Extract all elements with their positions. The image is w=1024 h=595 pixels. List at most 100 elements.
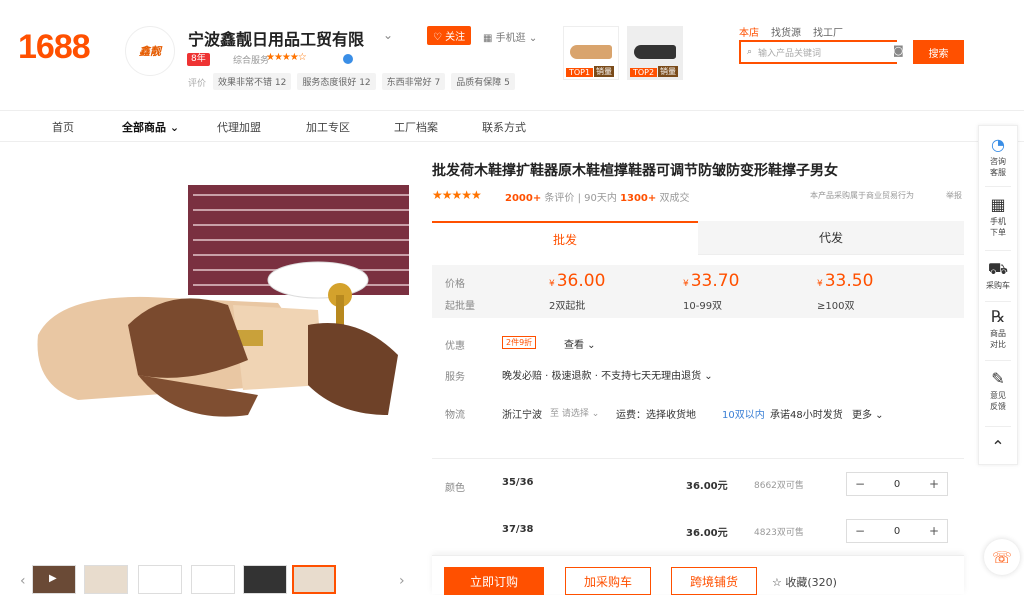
product-stats: 2000+ 条评价 | 90天内 1300+ 双成交 <box>505 193 690 204</box>
sidebar-item-compare[interactable]: ℞ 商品 对比 <box>979 308 1017 350</box>
price-tier-3: ¥33.50 <box>817 271 873 291</box>
buy-now-button[interactable]: 立即订购 <box>444 567 544 595</box>
search-button[interactable]: 搜索 <box>913 40 964 64</box>
top2-product[interactable]: TOP2 销量 <box>627 26 683 80</box>
product-title: 批发荷木鞋撑扩鞋器原木鞋楦撑鞋器可调节防皱防变形鞋撑子男女 <box>432 163 838 179</box>
nav-agent[interactable]: 代理加盟 <box>217 119 261 135</box>
shipping-promise: 承诺48小时发货 <box>770 410 843 421</box>
sidebar-item-customer-service[interactable]: ◔ 咨询 客服 <box>979 136 1017 178</box>
company-name[interactable]: 宁波鑫靓日用品工贸有限 <box>188 26 364 50</box>
quantity-stepper[interactable]: − 0 + <box>846 519 948 543</box>
main-product-image[interactable] <box>18 185 409 545</box>
variant-price: 36.00元 <box>686 528 728 539</box>
see-discount[interactable]: 查看 ⌄ <box>564 336 596 351</box>
thumbnail[interactable] <box>243 565 287 594</box>
nav-contact[interactable]: 联系方式 <box>482 119 526 135</box>
scope-factory[interactable]: 找工厂 <box>813 24 843 39</box>
tab-dropship[interactable]: 代发 <box>698 221 964 255</box>
shop-nav: 首页 全部商品 ⌄ 代理加盟 加工专区 工厂档案 联系方式 <box>0 110 1024 142</box>
follow-label: 关注 <box>445 32 466 43</box>
currency: ¥ <box>683 279 689 289</box>
sidebar-item-mobile-order[interactable]: ▦ 手机 下单 <box>979 196 1017 238</box>
camera-icon[interactable]: ◙ <box>893 44 904 57</box>
thumbnail-selected[interactable] <box>292 565 336 594</box>
minus-icon[interactable]: − <box>855 524 865 538</box>
nav-processing[interactable]: 加工专区 <box>306 119 350 135</box>
variant-stock: 4823双可售 <box>754 528 804 538</box>
scope-goods[interactable]: 找货源 <box>771 24 801 39</box>
mobile-label: 手机逛 <box>495 33 526 44</box>
quantity-value[interactable]: 0 <box>894 526 900 537</box>
chevron-right-icon[interactable]: › <box>399 573 405 589</box>
report-link[interactable]: 举报 <box>946 190 962 201</box>
service-text: 晚发必赔 · 极速退款 · 不支持七天无理由退货 <box>502 371 702 382</box>
divider <box>985 186 1011 187</box>
more-label: 更多 <box>852 410 872 421</box>
thumbnail-video[interactable]: ▶ <box>32 565 76 594</box>
top1-sub: 销量 <box>594 66 614 77</box>
tier-1-qty: 2双起批 <box>549 301 586 312</box>
destination-select[interactable]: 至 请选择 ⌄ <box>550 406 599 419</box>
top2-sub: 销量 <box>658 66 678 77</box>
review-label: 条评价 <box>544 193 575 204</box>
minus-icon[interactable]: − <box>855 477 865 491</box>
plus-icon[interactable]: + <box>929 477 939 491</box>
nav-all-products-label: 全部商品 <box>122 121 166 134</box>
see-label: 查看 <box>564 340 584 351</box>
sidebar-label: 意见 反馈 <box>990 391 1006 411</box>
logistics-label: 物流 <box>445 410 465 421</box>
tab-wholesale[interactable]: 批发 <box>432 221 698 255</box>
chevron-left-icon[interactable]: ‹ <box>20 573 26 589</box>
more-link[interactable]: 更多 ⌄ <box>852 406 884 421</box>
support-chat-button[interactable]: ☏ <box>984 539 1020 575</box>
edit-icon: ✎ <box>991 369 1005 388</box>
mobile-link[interactable]: ▦ 手机逛 ⌄ <box>483 29 537 44</box>
review-count[interactable]: 2000+ <box>505 193 541 204</box>
cross-border-button[interactable]: 跨境铺货 <box>671 567 757 595</box>
follow-button[interactable]: ♡ 关注 <box>427 26 472 45</box>
service-row-label: 服务 <box>445 372 465 383</box>
action-bar: 立即订购 加采购车 跨境铺货 ☆ 收藏(320) <box>432 555 964 595</box>
variant-size: 35/36 <box>502 477 534 488</box>
choose-label: 请选择 <box>561 409 589 419</box>
top1-product[interactable]: TOP1 销量 <box>563 26 619 80</box>
site-logo[interactable]: 1688 <box>18 28 91 67</box>
sidebar-item-feedback[interactable]: ✎ 意见 反馈 <box>979 370 1017 412</box>
verified-icon <box>343 54 353 64</box>
tier-2-qty: 10-99双 <box>683 301 723 312</box>
rating-tag: 东西非常好 7 <box>381 73 446 90</box>
shoe-thumb <box>634 45 676 59</box>
thumbnail[interactable] <box>84 565 128 594</box>
plus-icon[interactable]: + <box>929 524 939 538</box>
product-photo <box>18 185 409 417</box>
nav-home[interactable]: 首页 <box>52 119 74 135</box>
qr-icon: ▦ <box>990 195 1006 214</box>
sidebar-item-cart[interactable]: ⛟ 采购车 <box>979 260 1017 291</box>
back-to-top-button[interactable]: ⌃ <box>979 438 1017 458</box>
thumbnail[interactable] <box>191 565 235 594</box>
variant-size: 37/38 <box>502 524 534 535</box>
nav-factory[interactable]: 工厂档案 <box>394 119 438 135</box>
price-value: 36.00 <box>556 271 606 291</box>
add-to-cart-button[interactable]: 加采购车 <box>565 567 651 595</box>
years-badge: 8年 <box>187 53 210 66</box>
search-input[interactable]: ⌕ 输入产品关键词 <box>739 40 897 64</box>
favorite-button[interactable]: ☆ 收藏(320) <box>772 574 837 590</box>
thumbnail[interactable] <box>138 565 182 594</box>
search-icon: ⌕ <box>747 47 753 57</box>
variant-price: 36.00元 <box>686 481 728 492</box>
company-logo[interactable]: 鑫靓 <box>125 26 175 76</box>
variant-stock: 8662双可售 <box>754 481 804 491</box>
rating-tag: 服务态度很好 12 <box>297 73 376 90</box>
freight: 运费：选择收货地 <box>616 410 696 421</box>
quantity-range: 10双以内 <box>722 410 765 421</box>
chevron-down-icon[interactable]: ⌄ <box>383 28 393 42</box>
quantity-stepper[interactable]: − 0 + <box>846 472 948 496</box>
nav-all-products[interactable]: 全部商品 ⌄ <box>122 119 179 135</box>
currency: ¥ <box>817 279 823 289</box>
service-value[interactable]: 晚发必赔 · 极速退款 · 不支持七天无理由退货 ⌄ <box>502 367 713 382</box>
discount-label: 优惠 <box>445 341 465 352</box>
origin: 浙江宁波 <box>502 410 542 421</box>
quantity-value[interactable]: 0 <box>894 479 900 490</box>
scope-store[interactable]: 本店 <box>739 24 759 39</box>
